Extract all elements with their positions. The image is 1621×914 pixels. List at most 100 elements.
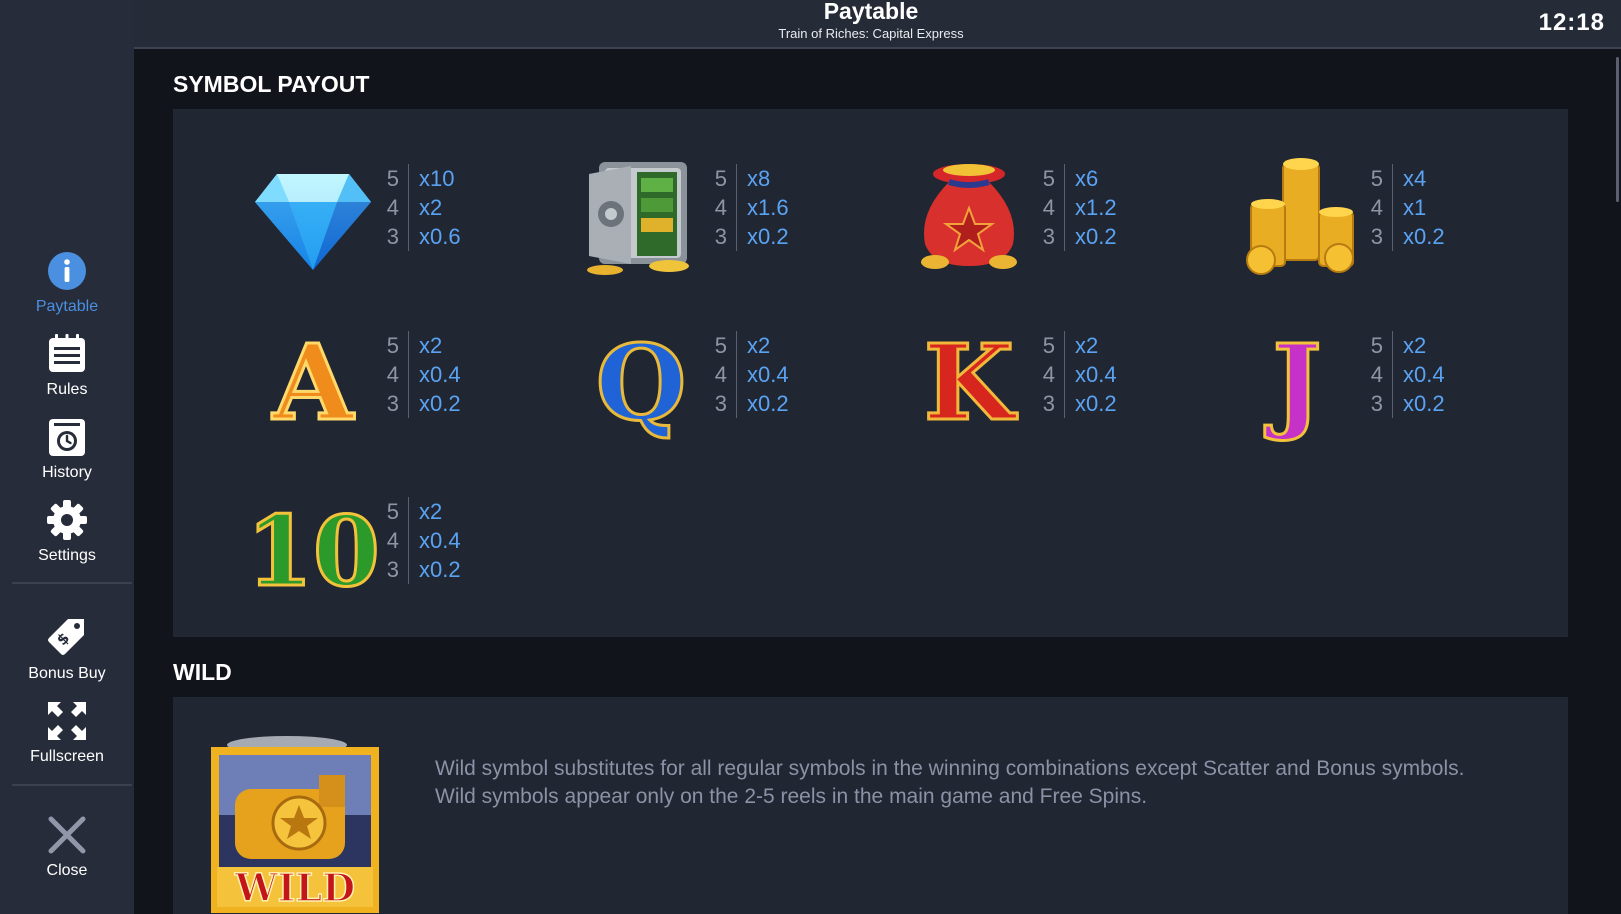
payout-row: 5 x2	[1371, 331, 1445, 360]
gear-icon	[47, 500, 87, 540]
symbol-count: 4	[386, 195, 399, 220]
payout-row: 5 x2	[387, 497, 461, 526]
payout-row: 5 x2	[715, 331, 789, 360]
multiplier: x1.6	[747, 195, 789, 220]
symbol-count: 3	[1370, 391, 1383, 416]
sidebar-item-settings[interactable]: Settings	[0, 499, 134, 565]
payout-list: 5 x8 4 x1.6 3 x0.2	[715, 164, 789, 251]
sidebar-item-rules[interactable]: Rules	[0, 333, 134, 399]
sidebar-item-label: Fullscreen	[30, 748, 104, 765]
symbol-count: 5	[714, 166, 727, 191]
info-icon	[48, 252, 86, 290]
wild-description-line: Wild symbols appear only on the 2-5 reel…	[435, 785, 1148, 808]
symbol-j: J 5 x2 4 x0.4 3 x0.2	[1187, 301, 1507, 446]
multiplier: x0.6	[419, 224, 461, 249]
multiplier: x1	[1403, 195, 1427, 220]
wild-title: WILD	[173, 659, 232, 685]
sidebar-item-label: Rules	[46, 381, 88, 398]
multiplier: x2	[419, 195, 443, 220]
sidebar-divider	[12, 582, 132, 584]
number-10-symbol-icon: 10	[245, 494, 382, 610]
multiplier: x0.4	[747, 362, 789, 387]
wild-description-line: Wild symbol substitutes for all regular …	[435, 757, 1465, 780]
multiplier: x0.4	[419, 362, 461, 387]
safe-symbol-icon	[587, 162, 689, 275]
sidebar-item-label: Bonus Buy	[28, 665, 106, 682]
payout-list: 5 x4 4 x1 3 x0.2	[1371, 164, 1445, 251]
svg-text:10: 10	[246, 495, 380, 608]
multiplier: x0.2	[1075, 224, 1117, 249]
symbol-count: 5	[1370, 166, 1383, 191]
wild-panel: WILD Wild symbol substitutes for all reg…	[173, 697, 1568, 914]
multiplier: x6	[1075, 166, 1099, 191]
symbol-count: 4	[386, 362, 399, 387]
letter-q-symbol-icon: Q	[594, 320, 688, 446]
symbol-count: 5	[1370, 333, 1383, 358]
sidebar-item-close[interactable]: Close	[0, 814, 134, 880]
multiplier: x0.4	[1075, 362, 1117, 387]
paytable-content: SYMBOL PAYOUT 5 x10 4 x2 3 x0.6 5 x8 4 x…	[134, 49, 1621, 914]
symbol-count: 3	[714, 391, 727, 416]
payout-list: 5 x2 4 x0.4 3 x0.2	[1043, 331, 1117, 418]
symbol-count: 3	[714, 224, 727, 249]
payout-row: 5 x8	[715, 164, 789, 193]
header-bar: Paytable Train of Riches: Capital Expres…	[134, 0, 1621, 49]
payout-row: 5 x6	[1043, 164, 1117, 193]
payout-list: 5 x2 4 x0.4 3 x0.2	[715, 331, 789, 418]
payout-row: 5 x2	[387, 331, 461, 360]
multiplier: x0.2	[747, 391, 789, 416]
payout-row: 4 x1.6	[715, 193, 789, 222]
coins-symbol-icon	[1246, 158, 1354, 275]
payout-list: 5 x10 4 x2 3 x0.6	[387, 164, 461, 251]
symbol-count: 5	[714, 333, 727, 358]
symbol-money-bag: 5 x6 4 x1.2 3 x0.2	[859, 134, 1179, 274]
sidebar-item-bonus-buy[interactable]: $ Bonus Buy	[0, 617, 134, 683]
payout-row: 3 x0.2	[715, 389, 789, 418]
payout-row: 4 x1	[1371, 193, 1445, 222]
sidebar-item-paytable[interactable]: Paytable	[0, 250, 134, 316]
payout-list: 5 x6 4 x1.2 3 x0.2	[1043, 164, 1117, 251]
symbol-diamond: 5 x10 4 x2 3 x0.6	[203, 134, 523, 274]
multiplier: x2	[747, 333, 771, 358]
payout-row: 5 x2	[1043, 331, 1117, 360]
sidebar-item-label: Paytable	[35, 298, 99, 315]
sidebar: Paytable Rules History Settings $ Bonus …	[0, 0, 134, 914]
symbol-count: 5	[1042, 166, 1055, 191]
symbol-count: 4	[714, 195, 727, 220]
symbol-count: 4	[714, 362, 727, 387]
wild-train-symbol-icon: WILD	[211, 736, 379, 913]
scrollbar[interactable]	[1616, 57, 1619, 202]
multiplier: x2	[419, 333, 443, 358]
sidebar-item-label: Close	[46, 862, 88, 879]
symbol-count: 4	[1042, 362, 1055, 387]
symbol-count: 4	[1042, 195, 1055, 220]
payout-row: 3 x0.2	[715, 222, 789, 251]
symbol-count: 3	[386, 391, 399, 416]
letter-j-symbol-icon: J	[1263, 320, 1323, 446]
svg-text:J: J	[1264, 321, 1321, 444]
clock: 12:18	[1538, 9, 1605, 36]
money-bag-symbol-icon	[921, 164, 1017, 269]
multiplier: x0.4	[419, 528, 461, 553]
symbol-count: 4	[1370, 362, 1383, 387]
symbol-10: 10 5 x2 4 x0.4 3 x0.2	[203, 467, 523, 610]
symbol-count: 5	[386, 333, 399, 358]
diamond-symbol-icon	[255, 174, 371, 270]
payout-row: 3 x0.6	[387, 222, 461, 251]
payout-row: 4 x0.4	[715, 360, 789, 389]
multiplier: x0.2	[419, 391, 461, 416]
symbol-coins: 5 x4 4 x1 3 x0.2	[1187, 134, 1507, 275]
letter-k-symbol-icon: K	[922, 320, 1019, 446]
sidebar-item-fullscreen[interactable]: Fullscreen	[0, 700, 134, 766]
multiplier: x1.2	[1075, 195, 1117, 220]
multiplier: x2	[1075, 333, 1099, 358]
symbol-count: 4	[1370, 195, 1383, 220]
multiplier: x0.2	[747, 224, 789, 249]
sidebar-item-history[interactable]: History	[0, 416, 134, 482]
symbol-count: 5	[1042, 333, 1055, 358]
payout-row: 4 x0.4	[387, 526, 461, 555]
symbol-count: 5	[386, 499, 399, 524]
payout-row: 4 x2	[387, 193, 461, 222]
sidebar-item-label: Settings	[38, 547, 96, 564]
wild-description: Wild symbol substitutes for all regular …	[435, 755, 1545, 811]
